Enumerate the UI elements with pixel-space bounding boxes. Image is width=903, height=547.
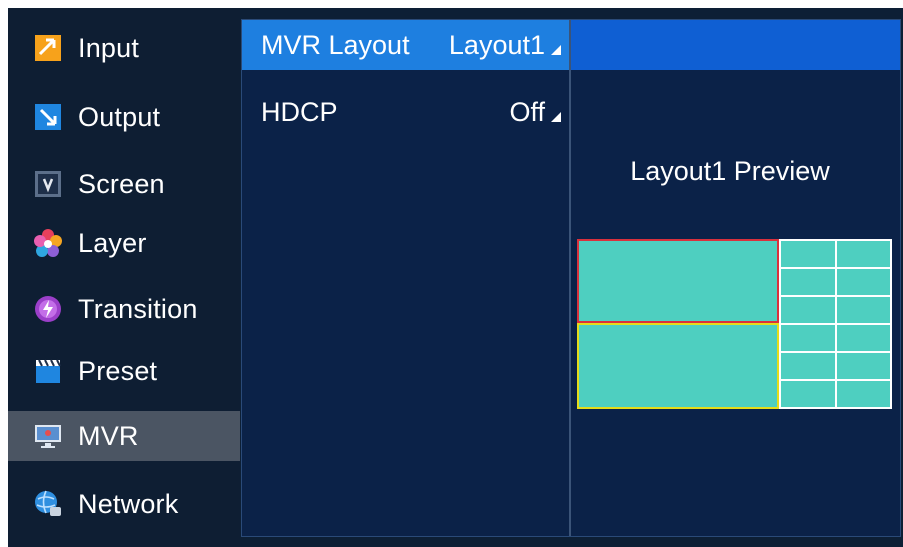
layout-preview-cell xyxy=(835,351,892,381)
sidebar-item-label: Preset xyxy=(78,355,158,386)
screen-icon xyxy=(33,169,63,199)
mvr-icon xyxy=(33,421,63,451)
hdcp-dropdown[interactable]: Off xyxy=(509,97,561,128)
sidebar-item-preset[interactable]: Preset xyxy=(8,346,240,396)
sidebar-item-output[interactable]: Output xyxy=(8,92,240,142)
layout-preview-cell xyxy=(835,295,892,325)
sidebar-item-label: Network xyxy=(78,488,179,519)
hdcp-row[interactable]: HDCP Off xyxy=(242,87,569,137)
mvr-layout-row[interactable]: MVR Layout Layout1 xyxy=(242,20,569,70)
layout-preview-cell xyxy=(835,379,892,409)
selection-highlight-bar xyxy=(571,20,900,70)
sidebar-item-mvr[interactable]: MVR xyxy=(8,411,240,461)
transition-icon xyxy=(33,294,63,324)
preset-icon xyxy=(33,356,63,386)
mvr-layout-value: Layout1 xyxy=(448,29,545,60)
network-icon xyxy=(33,489,63,519)
layout-preview-cell xyxy=(779,239,837,269)
sidebar-item-label: MVR xyxy=(78,420,139,451)
input-icon xyxy=(33,33,63,63)
sidebar-item-transition[interactable]: Transition xyxy=(8,284,240,334)
sidebar-item-network[interactable]: Network xyxy=(8,479,240,529)
hdcp-value: Off xyxy=(509,96,545,127)
layout-preview-cell xyxy=(835,267,892,297)
sidebar-item-label: Layer xyxy=(78,227,147,258)
hdcp-label: HDCP xyxy=(261,96,338,127)
mvr-settings-screen: Input Output Screen Layer Transition Pre… xyxy=(8,8,903,547)
layout-preview-grid xyxy=(779,239,892,409)
layout-preview-cell xyxy=(779,323,837,353)
sidebar-item-layer[interactable]: Layer xyxy=(8,218,240,268)
sidebar-item-label: Input xyxy=(78,32,140,63)
panel-divider xyxy=(569,20,571,536)
sidebar-item-label: Output xyxy=(78,101,161,132)
output-icon xyxy=(33,102,63,132)
dropdown-arrow-icon xyxy=(551,45,561,55)
layout-preview-cell xyxy=(779,295,837,325)
layout-preview-cell xyxy=(779,379,837,409)
mvr-layout-dropdown[interactable]: Layout1 xyxy=(449,30,561,61)
sidebar: Input Output Screen Layer Transition Pre… xyxy=(8,8,240,547)
sidebar-item-screen[interactable]: Screen xyxy=(8,159,240,209)
sidebar-item-input[interactable]: Input xyxy=(8,23,240,73)
dropdown-arrow-icon xyxy=(551,112,561,122)
layout-preview-cell xyxy=(835,239,892,269)
layout-preview-cell xyxy=(779,267,837,297)
sidebar-item-label: Screen xyxy=(78,168,165,199)
layout-preview-cell xyxy=(779,351,837,381)
layout-preview-secondary-window xyxy=(577,323,779,409)
sidebar-item-label: Transition xyxy=(78,293,198,324)
layout-preview-main-window xyxy=(577,239,779,323)
preview-title: Layout1 Preview xyxy=(630,156,830,186)
layer-icon xyxy=(33,228,63,258)
layout-preview-cell xyxy=(835,323,892,353)
mvr-layout-label: MVR Layout xyxy=(261,29,410,60)
